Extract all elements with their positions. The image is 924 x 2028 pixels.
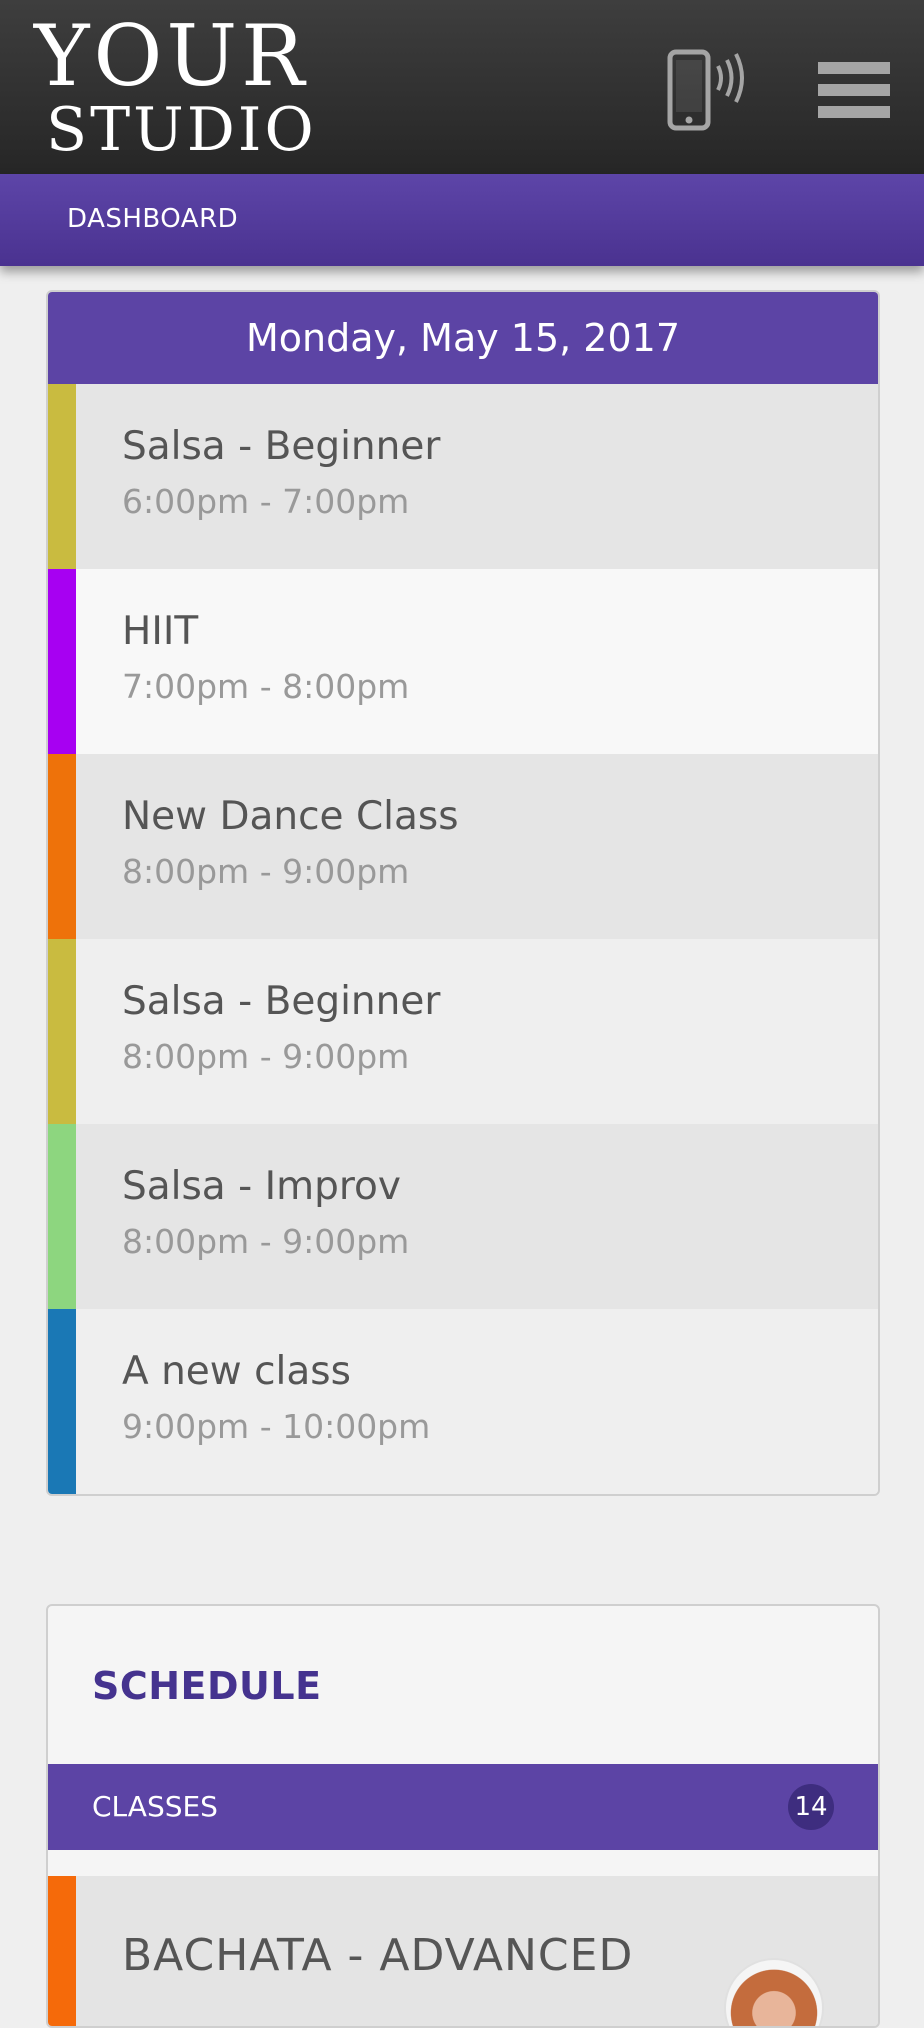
schedule-list-item[interactable]: BACHATA - ADVANCED xyxy=(48,1876,878,2026)
class-color-bar xyxy=(48,384,76,569)
class-row[interactable]: New Dance Class 8:00pm - 9:00pm xyxy=(48,754,878,939)
class-time: 8:00pm - 9:00pm xyxy=(122,1037,410,1076)
class-color-bar xyxy=(48,754,76,939)
class-row[interactable]: Salsa - Beginner 6:00pm - 7:00pm xyxy=(48,384,878,569)
classes-label: CLASSES xyxy=(92,1790,218,1823)
schedule-card: SCHEDULE CLASSES 14 BACHATA - ADVANCED xyxy=(46,1604,880,2028)
class-color-bar xyxy=(48,1876,76,2026)
class-list: Salsa - Beginner 6:00pm - 7:00pm HIIT 7:… xyxy=(48,384,878,1494)
top-header: YOUR STUDIO xyxy=(0,0,924,174)
class-title: Salsa - Improv xyxy=(122,1164,401,1209)
class-color-bar xyxy=(48,939,76,1124)
class-row[interactable]: Salsa - Beginner 8:00pm - 9:00pm xyxy=(48,939,878,1124)
schedule-item-title: BACHATA - ADVANCED xyxy=(122,1930,634,1981)
instructor-avatar[interactable] xyxy=(724,1958,824,2026)
studio-logo[interactable]: YOUR STUDIO xyxy=(34,14,317,162)
nav-bar: DASHBOARD xyxy=(0,174,924,266)
class-row[interactable]: A new class 9:00pm - 10:00pm xyxy=(48,1309,878,1494)
class-time: 9:00pm - 10:00pm xyxy=(122,1407,431,1446)
class-title: Salsa - Beginner xyxy=(122,424,441,469)
day-schedule-card: Monday, May 15, 2017 Salsa - Beginner 6:… xyxy=(46,290,880,1496)
classes-section-header[interactable]: CLASSES 14 xyxy=(48,1764,878,1850)
phone-vibrate-icon[interactable] xyxy=(666,46,750,132)
hamburger-menu-icon[interactable] xyxy=(818,62,890,118)
day-date-header: Monday, May 15, 2017 xyxy=(48,292,878,384)
class-row[interactable]: Salsa - Improv 8:00pm - 9:00pm xyxy=(48,1124,878,1309)
class-row[interactable]: HIIT 7:00pm - 8:00pm xyxy=(48,569,878,754)
class-title: A new class xyxy=(122,1349,351,1394)
logo-line-1: YOUR xyxy=(34,7,309,105)
classes-count-badge: 14 xyxy=(788,1784,834,1830)
class-title: New Dance Class xyxy=(122,794,459,839)
class-title: Salsa - Beginner xyxy=(122,979,441,1024)
class-color-bar xyxy=(48,1124,76,1309)
class-color-bar xyxy=(48,569,76,754)
class-time: 8:00pm - 9:00pm xyxy=(122,852,410,891)
class-time: 7:00pm - 8:00pm xyxy=(122,667,410,706)
logo-line-2: STUDIO xyxy=(46,95,317,165)
class-title: HIIT xyxy=(122,609,199,654)
schedule-title: SCHEDULE xyxy=(92,1664,322,1708)
class-time: 8:00pm - 9:00pm xyxy=(122,1222,410,1261)
class-color-bar xyxy=(48,1309,76,1494)
nav-dashboard-link[interactable]: DASHBOARD xyxy=(67,204,238,234)
class-time: 6:00pm - 7:00pm xyxy=(122,482,410,521)
